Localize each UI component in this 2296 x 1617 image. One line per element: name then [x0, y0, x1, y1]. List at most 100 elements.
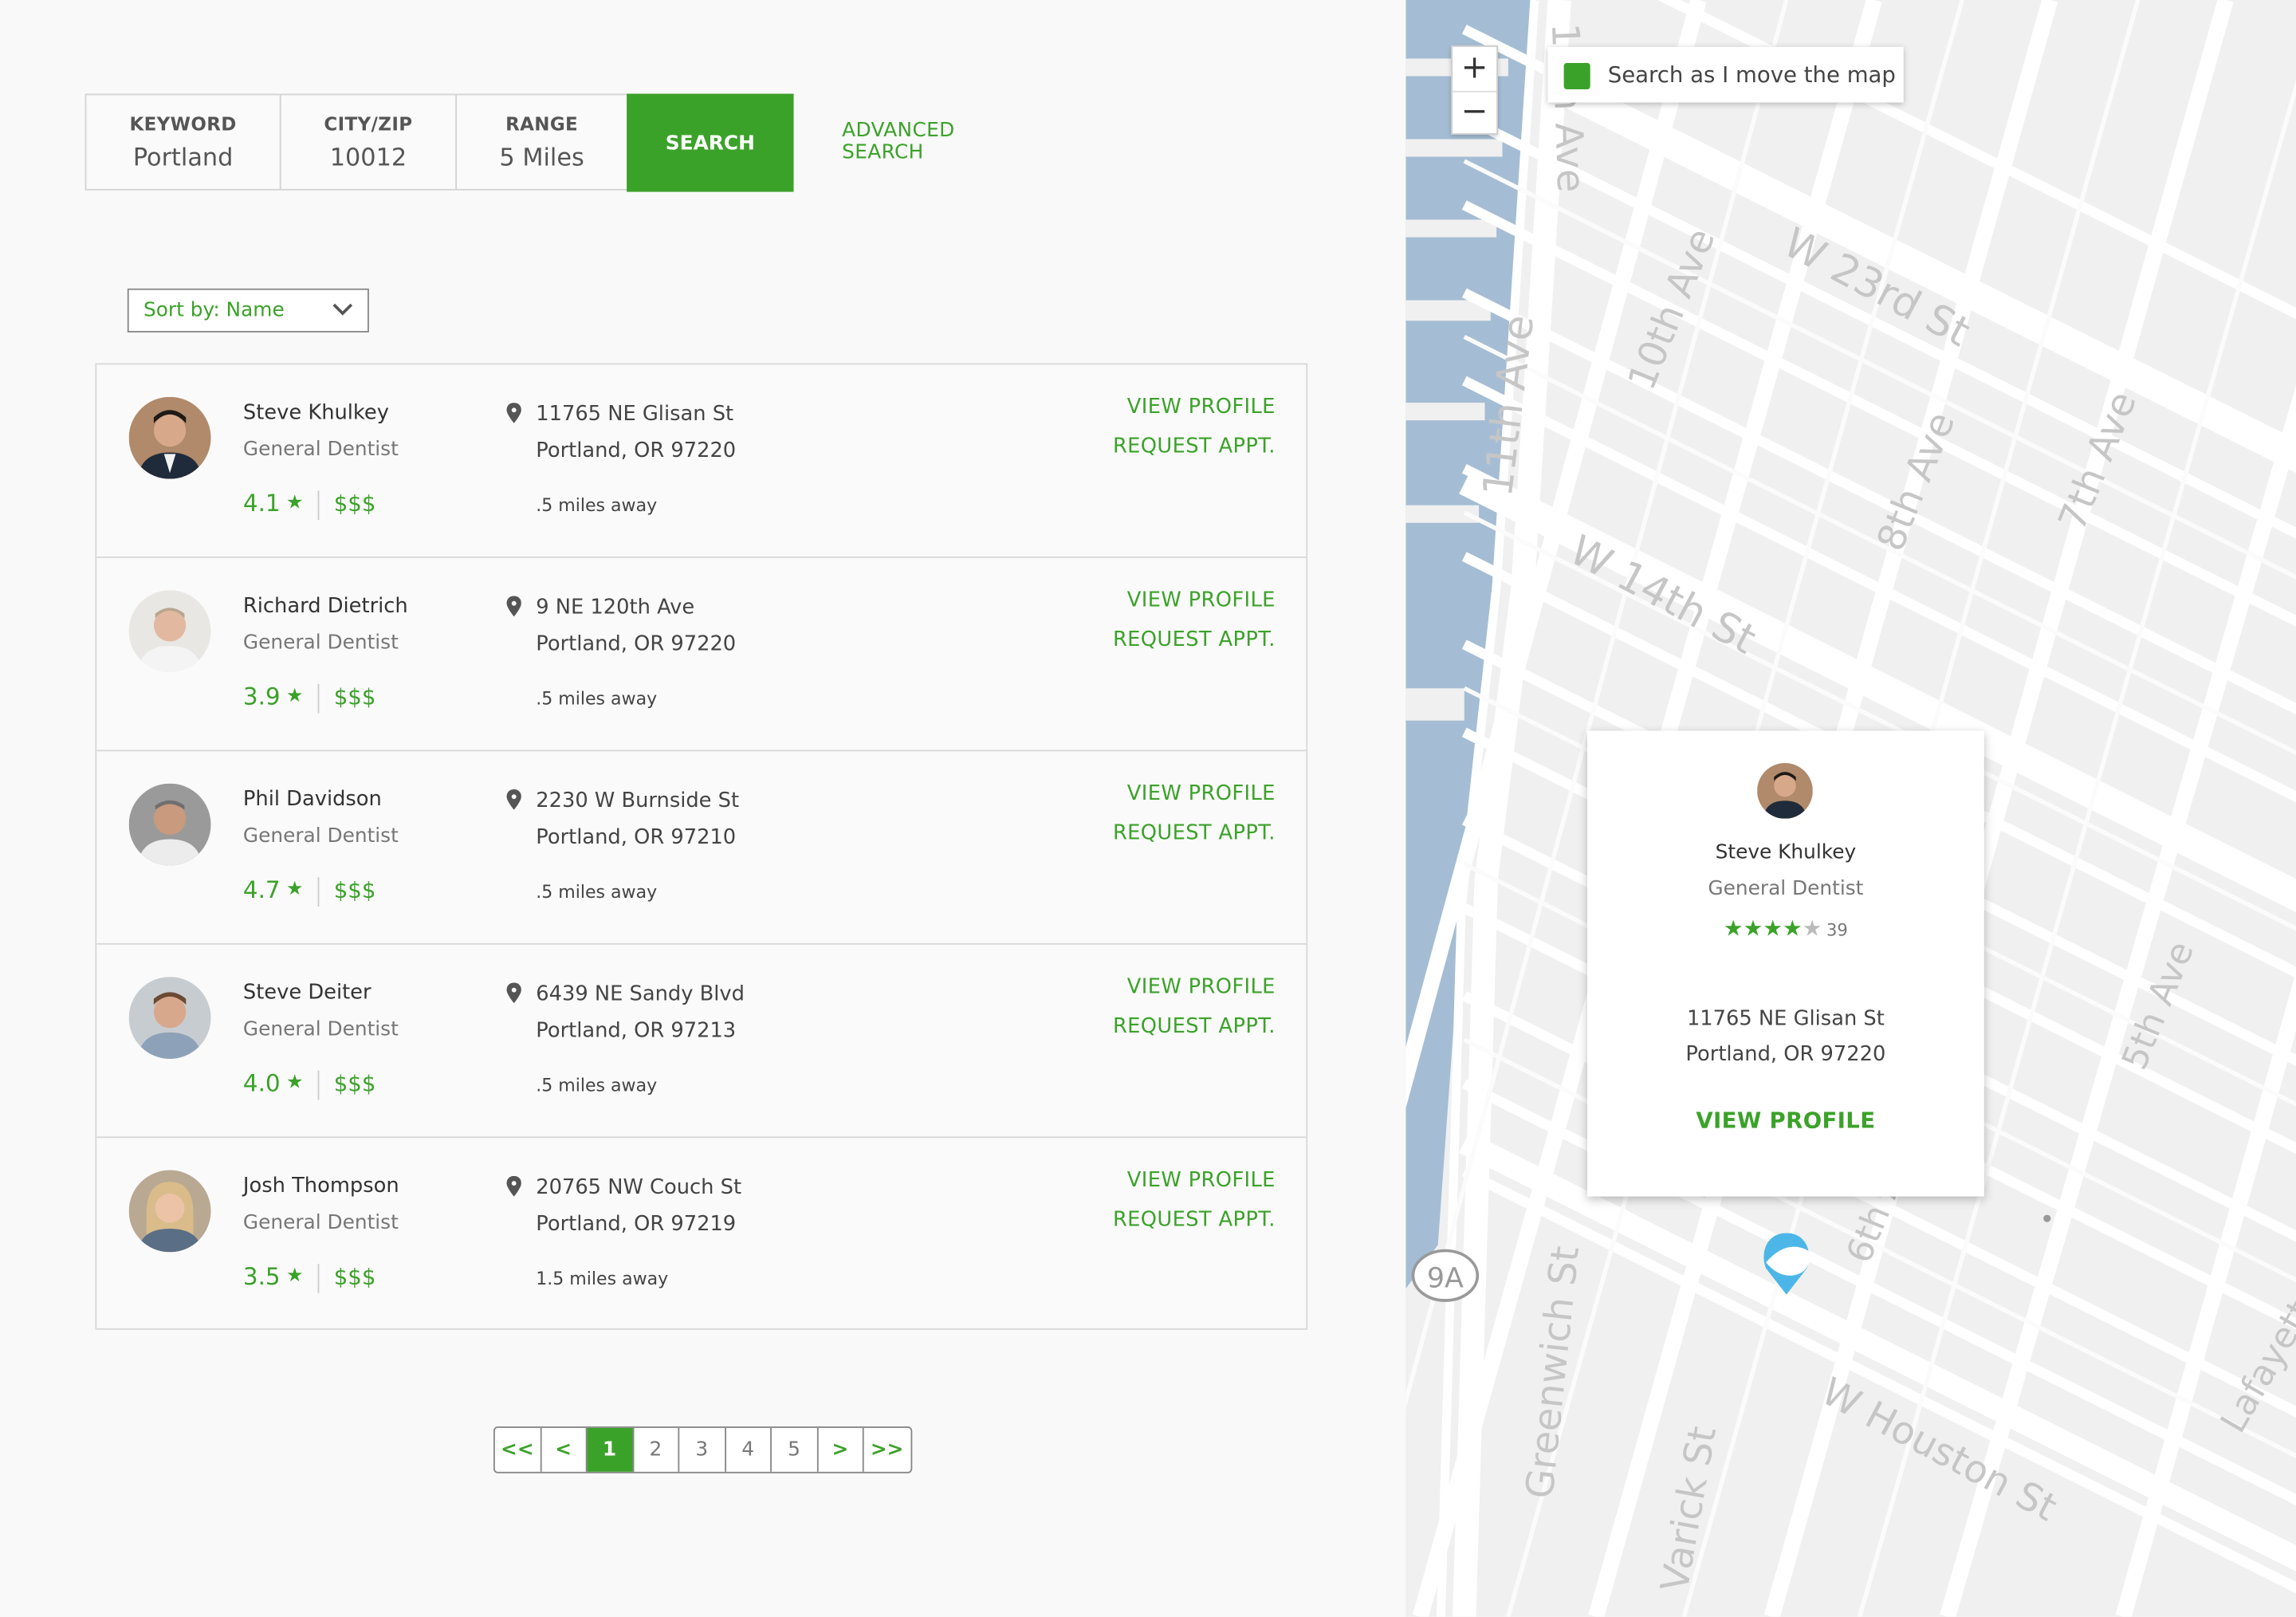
popup-address-line1: 11765 NE Glisan St [1686, 1007, 1885, 1032]
rating-value: 4.0 [242, 1068, 281, 1097]
result-card: Steve Deiter General Dentist 4.0 ★ $$$ 64… [96, 945, 1307, 1139]
distance: 1.5 miles away [536, 1268, 669, 1289]
divider [317, 683, 320, 714]
location-pin-icon [506, 1175, 521, 1197]
divider [317, 877, 320, 907]
price-level: $$$ [333, 683, 376, 710]
dentist-name: Steve Deiter [242, 981, 372, 1005]
highway-9a-icon: 9A [1411, 1249, 1480, 1302]
star-icon: ★ [285, 879, 304, 901]
address-line1: 6439 NE Sandy Blvd [536, 982, 745, 1006]
zoom-in-button[interactable]: + [1453, 47, 1496, 91]
next-page-button[interactable]: > [818, 1427, 864, 1472]
dentist-name: Josh Thompson [242, 1174, 399, 1198]
dentist-specialty: General Dentist [242, 1017, 399, 1041]
divider [317, 1070, 320, 1100]
view-profile-link[interactable]: VIEW PROFILE [1127, 975, 1276, 998]
distance: .5 miles away [536, 494, 658, 516]
city-zip-label: CITY/ZIP [324, 112, 413, 135]
range-field[interactable]: RANGE 5 Miles [455, 93, 628, 191]
request-appt-link[interactable]: REQUEST APPT. [1113, 1208, 1276, 1231]
view-profile-link[interactable]: VIEW PROFILE [1127, 782, 1276, 805]
page-3-button[interactable]: 3 [679, 1427, 726, 1472]
popup-view-profile-link[interactable]: VIEW PROFILE [1587, 1108, 1984, 1134]
keyword-input[interactable]: Portland [86, 144, 279, 171]
advanced-search-line1: ADVANCED [842, 118, 955, 143]
popup-specialty: General Dentist [1708, 877, 1864, 901]
page-4-button[interactable]: 4 [725, 1427, 772, 1472]
sort-label: Sort by: Name [144, 298, 285, 323]
search-button[interactable]: SEARCH [627, 93, 794, 192]
rating: 3.5 ★ [243, 1262, 304, 1290]
result-card: Richard Dietrich General Dentist 3.9 ★ $$… [96, 558, 1307, 752]
dentist-specialty: General Dentist [242, 1210, 399, 1235]
result-card: Steve Khulkey General Dentist 4.1 ★ $$$ 1… [96, 364, 1307, 558]
popup-name: Steve Khulkey [1715, 840, 1857, 864]
rating: 4.1 ★ [243, 489, 304, 517]
divider [317, 490, 320, 521]
rating-value: 3.9 [242, 682, 281, 710]
rating: 3.9 ★ [243, 683, 304, 710]
star-icon: ★ [1783, 915, 1803, 942]
page-2-button[interactable]: 2 [633, 1427, 680, 1472]
view-profile-link[interactable]: VIEW PROFILE [1127, 395, 1276, 419]
star-icon: ★ [285, 1265, 304, 1288]
distance: .5 miles away [536, 688, 658, 709]
map-popup-card: Steve Khulkey General Dentist ★★★★★ 39 11… [1587, 730, 1984, 1197]
rating: 4.0 ★ [243, 1069, 304, 1097]
zoom-out-button[interactable]: − [1453, 91, 1496, 135]
range-select[interactable]: 5 Miles [457, 144, 627, 171]
result-card: Phil Davidson General Dentist 4.7 ★ $$$ 2… [96, 751, 1307, 945]
price-level: $$$ [333, 1070, 376, 1097]
results-panel: KEYWORD Portland CITY/ZIP 10012 RANGE 5 … [0, 0, 1406, 1617]
search-as-move-toggle[interactable]: Search as I move the map [1547, 46, 1904, 103]
location-pin-icon [506, 403, 521, 423]
price-level: $$$ [333, 490, 376, 517]
dentist-specialty: General Dentist [242, 438, 399, 462]
page-1-button[interactable]: 1 [587, 1427, 634, 1472]
screen: KEYWORD Portland CITY/ZIP 10012 RANGE 5 … [0, 0, 2296, 1617]
keyword-label: KEYWORD [129, 112, 237, 135]
view-profile-link[interactable]: VIEW PROFILE [1127, 1169, 1276, 1192]
checkbox-icon[interactable] [1563, 62, 1590, 90]
city-zip-input[interactable]: 10012 [281, 144, 456, 171]
price-level: $$$ [333, 1264, 376, 1291]
avatar[interactable] [128, 1170, 211, 1253]
address-line1: 2230 W Burnside St [536, 789, 740, 813]
location-pin-icon [506, 789, 521, 810]
rating-value: 3.5 [242, 1262, 281, 1291]
star-icon: ★ [285, 492, 304, 514]
address-line2: Portland, OR 97220 [536, 632, 737, 656]
prev-page-button[interactable]: < [541, 1427, 588, 1472]
star-empty-icon: ★ [1802, 915, 1822, 942]
request-appt-link[interactable]: REQUEST APPT. [1113, 1015, 1276, 1038]
page-5-button[interactable]: 5 [772, 1427, 818, 1472]
distance: .5 miles away [536, 881, 658, 903]
range-label: RANGE [505, 112, 579, 135]
avatar[interactable] [128, 783, 211, 866]
request-appt-link[interactable]: REQUEST APPT. [1113, 821, 1276, 844]
city-zip-field[interactable]: CITY/ZIP 10012 [279, 93, 458, 191]
advanced-search-link[interactable]: ADVANCED SEARCH [842, 120, 1003, 164]
dentist-name: Phil Davidson [242, 788, 382, 812]
avatar[interactable] [128, 590, 211, 673]
result-card: Josh Thompson General Dentist 3.5 ★ $$$ 2… [96, 1138, 1306, 1331]
map[interactable]: 12th Ave 11th Ave 10th Ave W 23rd St 8th… [1406, 0, 2296, 1617]
request-appt-link[interactable]: REQUEST APPT. [1113, 435, 1276, 458]
star-icon: ★ [1743, 915, 1763, 942]
svg-text:9A: 9A [1427, 1262, 1464, 1294]
avatar[interactable] [128, 977, 211, 1059]
rating-value: 4.7 [242, 875, 281, 904]
address-line2: Portland, OR 97210 [536, 825, 737, 850]
popup-address-line2: Portland, OR 97220 [1685, 1042, 1886, 1067]
request-appt-link[interactable]: REQUEST APPT. [1113, 628, 1276, 651]
last-page-button[interactable]: >> [864, 1428, 910, 1472]
dentist-name: Steve Khulkey [242, 401, 389, 425]
rating-value: 4.1 [242, 489, 281, 517]
sort-dropdown[interactable]: Sort by: Name [127, 288, 369, 332]
first-page-button[interactable]: << [495, 1427, 541, 1472]
view-profile-link[interactable]: VIEW PROFILE [1127, 588, 1276, 612]
avatar[interactable] [128, 396, 211, 479]
address-line1: 11765 NE Glisan St [536, 403, 734, 427]
keyword-field[interactable]: KEYWORD Portland [85, 93, 281, 191]
